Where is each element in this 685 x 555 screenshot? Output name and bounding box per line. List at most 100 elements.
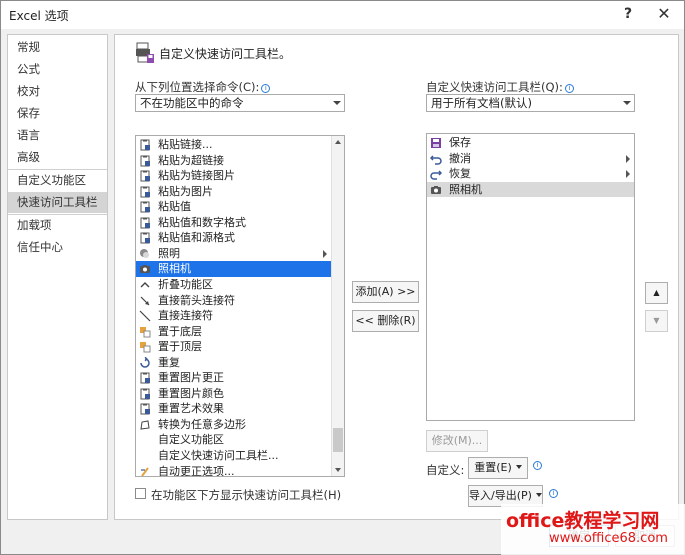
chevron-right-icon [626,154,630,163]
nav-item-advanced[interactable]: 高级 [8,147,107,168]
command-list-item[interactable]: 粘贴值和源格式 [136,230,331,246]
list-item-label: 重置图片更正 [158,371,224,385]
command-list-item[interactable]: 粘贴为超链接 [136,153,331,169]
command-list-item[interactable]: 重置图片颜色 [136,386,331,402]
command-list-item[interactable]: 重置艺术效果 [136,401,331,417]
command-list-item[interactable]: 照相机 [136,261,331,277]
blank-icon [139,434,151,446]
customize-label: 自定义: [426,463,465,477]
command-list-item[interactable]: 置于顶层 [136,339,331,355]
list-item-label: 转换为任意多边形 [158,417,246,431]
paste-linked-picture-icon [139,170,151,182]
paste-values-number-icon [139,217,151,229]
reset-button-label: 重置(E) [474,461,512,474]
autocorrect-icon [139,466,151,476]
commands-list[interactable]: 粘贴链接... 粘贴为超链接 粘贴为链接图片 粘贴为图片粘贴值 粘贴值和数字格式 粘贴值和… [135,135,345,477]
list-item-label: 粘贴值 [158,200,191,214]
command-list-item[interactable]: 折叠功能区 [136,277,331,293]
command-list-item[interactable]: 自动更正选项... [136,464,331,476]
scroll-thumb[interactable] [333,428,343,452]
arrow-up-icon: ▲ [653,288,660,297]
paste-values-source-icon [139,232,151,244]
command-list-item[interactable]: 自定义功能区 [136,432,331,448]
command-list-item[interactable]: 重复 [136,355,331,371]
paste-picture-icon [139,186,151,198]
qat-list[interactable]: 保存撤消 恢复 照相机 [426,133,635,421]
excel-options-dialog: Excel 选项 ? ✕ 常规 公式 校对 保存 语言 高级 自定义功能区 快速… [0,0,685,555]
command-list-item[interactable]: 直接箭头连接符 [136,293,331,309]
list-item-label: 恢复 [449,167,471,181]
chevron-right-icon [626,170,630,179]
list-item-label: 自定义快速访问工具栏... [158,449,279,462]
nav-item-language[interactable]: 语言 [8,125,107,146]
nav-item-formulas[interactable]: 公式 [8,59,107,80]
qat-list-item[interactable]: 撤消 [427,151,634,167]
nav-item-trust-center[interactable]: 信任中心 [8,237,107,258]
choose-commands-combo[interactable]: 不在功能区中的命令 [135,94,345,112]
blank-icon [139,450,151,462]
paste-values-icon [139,201,151,213]
lighting-icon [139,248,151,260]
nav-item-quick-access-toolbar[interactable]: 快速访问工具栏 [8,192,107,213]
watermark-url: www.office68.com [549,531,668,546]
bring-to-front-icon [139,341,151,353]
customize-qat-label: 自定义快速访问工具栏(Q): i [426,79,574,95]
modify-button[interactable]: 修改(M)... [426,430,488,452]
command-list-item[interactable]: 粘贴值和数字格式 [136,215,331,231]
move-down-button[interactable]: ▼ [645,310,668,332]
list-item-label: 照明 [158,246,180,260]
info-icon: i [549,489,558,498]
command-list-item[interactable]: 重置图片更正 [136,370,331,386]
nav-item-add-ins[interactable]: 加载项 [8,215,107,236]
nav-item-proofing[interactable]: 校对 [8,81,107,102]
help-button[interactable]: ? [611,3,645,25]
command-list-item[interactable]: 粘贴为图片 [136,184,331,200]
list-item-label: 保存 [449,136,471,149]
command-list-item[interactable]: 照明 [136,246,331,262]
command-list-item[interactable]: 直接连接符 [136,308,331,324]
nav-item-save[interactable]: 保存 [8,103,107,124]
command-list-item[interactable]: 转换为任意多边形 [136,417,331,433]
arrow-down-icon: ▼ [653,316,660,325]
list-item-label: 粘贴为图片 [158,184,213,198]
commands-scrollbar[interactable] [331,136,344,476]
quick-access-toolbar-icon [136,42,154,63]
qat-list-item[interactable]: 保存 [427,135,634,151]
reset-picture-color-icon [139,388,151,400]
command-list-item[interactable]: 粘贴值 [136,199,331,215]
options-nav: 常规 公式 校对 保存 语言 高级 自定义功能区 快速访问工具栏 加载项 信任中… [7,34,108,520]
command-list-item[interactable]: 置于底层 [136,324,331,340]
reset-button[interactable]: 重置(E) [468,457,528,479]
window-title: Excel 选项 [9,9,69,23]
list-item-label: 照相机 [449,182,482,196]
send-to-back-icon [139,326,151,338]
reset-artistic-effects-icon [139,403,151,415]
redo-icon [430,168,443,180]
arrow-connector-icon [139,295,151,307]
scroll-up-icon[interactable] [332,136,344,148]
command-list-item[interactable]: 粘贴链接... [136,137,331,153]
show-below-ribbon-label: 在功能区下方显示快速访问工具栏(H) [151,488,342,502]
move-up-button[interactable]: ▲ [645,282,668,304]
list-item-label: 重置艺术效果 [158,402,224,416]
customize-qat-combo[interactable]: 用于所有文档(默认) [426,94,635,112]
repeat-icon [139,356,151,369]
watermark-text: office教程学习网 [506,510,660,532]
nav-item-customize-ribbon[interactable]: 自定义功能区 [8,170,107,191]
command-list-item[interactable]: 粘贴为链接图片 [136,168,331,184]
info-icon: i [533,461,542,470]
show-below-ribbon-checkbox[interactable] [135,488,146,499]
command-list-item[interactable]: 自定义快速访问工具栏... [136,448,331,464]
scroll-down-icon[interactable] [332,464,344,476]
chevron-down-icon [623,101,631,105]
nav-item-general[interactable]: 常规 [8,37,107,58]
list-item-label: 置于底层 [158,324,202,338]
reset-picture-corrections-icon [139,372,151,384]
qat-list-item[interactable]: 恢复 [427,166,634,182]
remove-button[interactable]: << 删除(R) [352,310,419,332]
close-button[interactable]: ✕ [647,3,681,25]
qat-list-item[interactable]: 照相机 [427,181,634,198]
add-button[interactable]: 添加(A) >> [352,281,419,303]
list-item-label: 粘贴为超链接 [158,153,224,167]
list-item-label: 自定义功能区 [158,433,224,447]
